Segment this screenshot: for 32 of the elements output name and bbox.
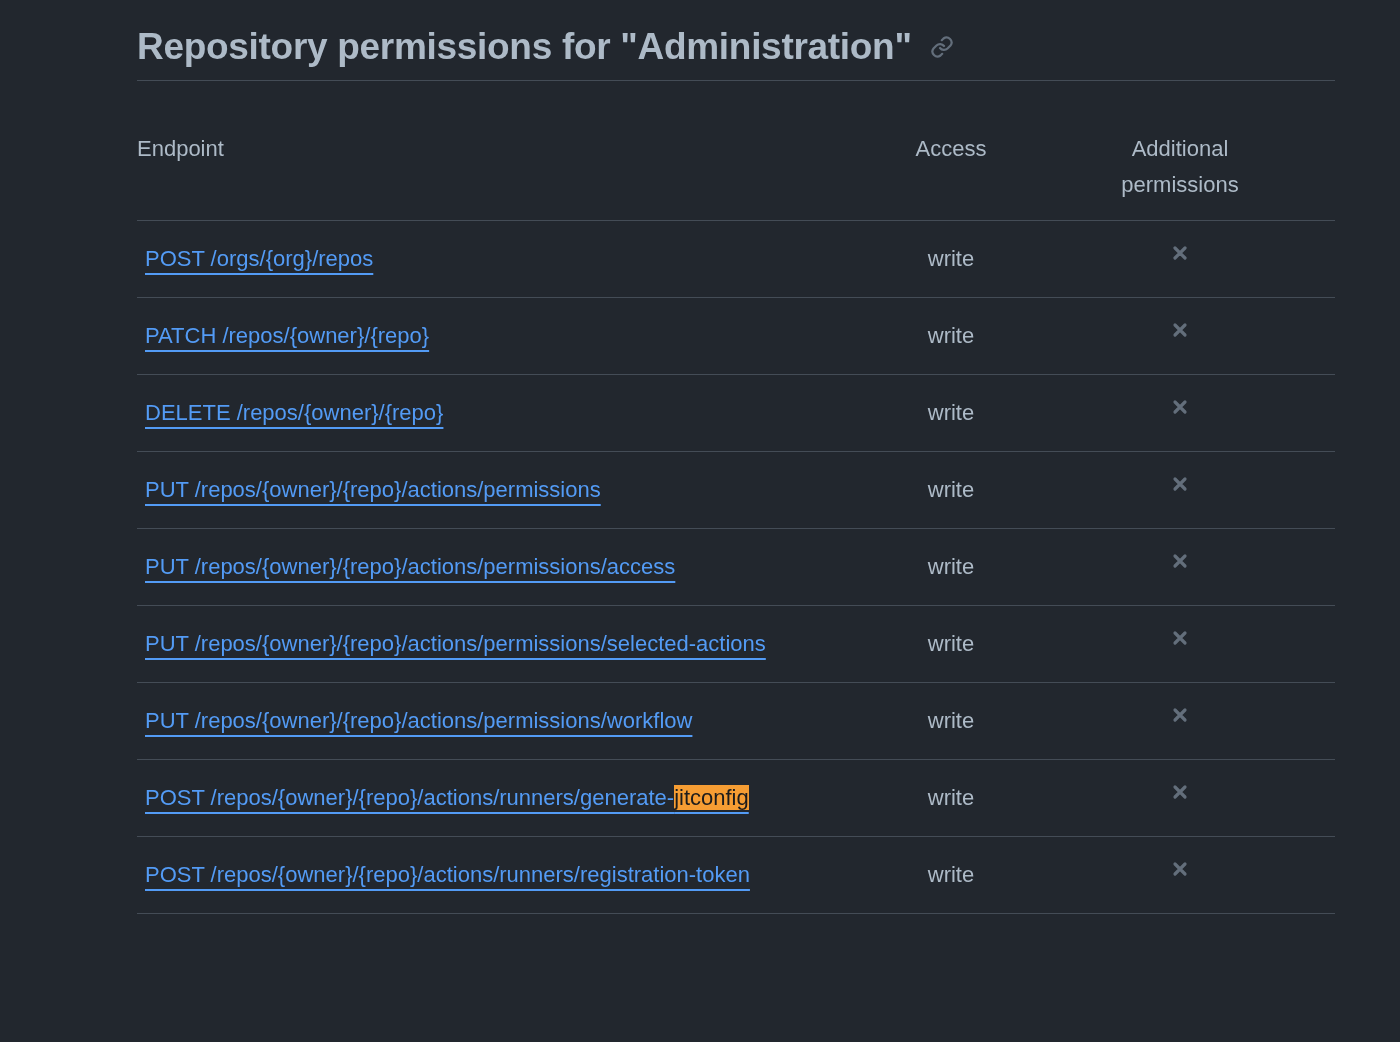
endpoint-link[interactable]: DELETE /repos/{owner}/{repo} (145, 395, 444, 431)
access-level: write (927, 630, 975, 658)
column-header: Endpoint (137, 135, 224, 163)
x-icon (1172, 553, 1188, 569)
column-header: Access (915, 135, 987, 163)
access-level: write (927, 476, 975, 504)
access-level: write (927, 553, 975, 581)
x-icon (1172, 399, 1188, 415)
access-level: write (927, 399, 975, 427)
x-icon (1172, 707, 1188, 723)
endpoint-link[interactable]: PATCH /repos/{owner}/{repo} (145, 318, 430, 354)
x-icon (1172, 861, 1188, 877)
endpoint-link[interactable]: POST /repos/{owner}/{repo}/actions/runners/generate-jitconfig (145, 780, 749, 816)
access-level: write (927, 784, 975, 812)
x-icon (1172, 245, 1188, 261)
endpoint-link[interactable]: PUT /repos/{owner}/{repo}/actions/permissions/workflow (145, 703, 693, 739)
x-icon (1172, 784, 1188, 800)
access-level: write (927, 245, 975, 273)
access-level: write (927, 861, 975, 889)
endpoint-link[interactable]: PUT /repos/{owner}/{repo}/actions/permissions/selected-actions (145, 626, 766, 662)
access-level: write (927, 707, 975, 735)
x-icon (1172, 322, 1188, 338)
endpoint-link[interactable]: POST /orgs/{org}/repos (145, 241, 374, 277)
endpoint-link[interactable]: POST /repos/{owner}/{repo}/actions/runners/registration-token (145, 857, 750, 893)
section-heading: Repository permissions for "Administration" (137, 26, 912, 68)
x-icon (1172, 630, 1188, 646)
access-level: write (927, 322, 975, 350)
x-icon (1172, 476, 1188, 492)
endpoint-link[interactable]: PUT /repos/{owner}/{repo}/actions/permissions (145, 472, 601, 508)
link-icon[interactable] (929, 35, 954, 59)
endpoint-link[interactable]: PUT /repos/{owner}/{repo}/actions/permissions/access (145, 549, 676, 585)
column-header: Additional permissions (1120, 135, 1240, 199)
